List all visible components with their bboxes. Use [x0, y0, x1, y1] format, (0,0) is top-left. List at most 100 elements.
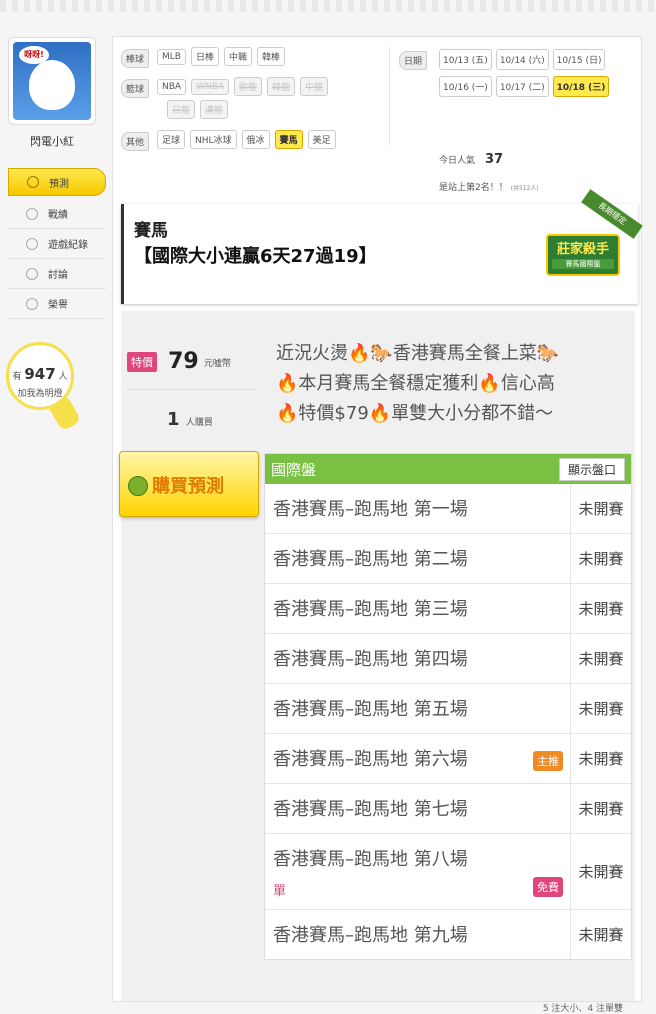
main-panel: 棒球 MLB 日棒 中職 韓棒 籃球 NBA WNBA 歐籃 韓籃 中籃 日籃 … — [112, 36, 643, 1014]
filter-chip[interactable]: NBA — [157, 78, 187, 95]
follow-label: 加我為明燈 — [17, 389, 63, 399]
filter-chip-disabled: 歐籃 — [234, 77, 263, 96]
race-status: 未開賽 — [570, 684, 631, 733]
date-chip[interactable]: 10/16 (一) — [439, 76, 492, 97]
featured-tag: 主推 — [533, 751, 563, 771]
sidebar-item-label: 戰績 — [48, 210, 68, 221]
race-name: 香港賽馬–跑馬地 第六場 — [273, 749, 468, 770]
race-status: 未開賽 — [570, 784, 631, 833]
follower-count-line: 有 947 人 — [12, 365, 68, 383]
table-row: 香港賽馬–跑馬地 第九場 未開賽 — [265, 910, 631, 959]
promo-line: 近況火燙🔥🐎香港賽馬全餐上菜🐎 — [276, 343, 560, 364]
stability-ribbon: 長期穩定 — [581, 189, 643, 239]
buy-prediction-button[interactable]: 購買預測 — [119, 451, 259, 517]
date-chip[interactable]: 10/13 (五) — [439, 49, 492, 70]
sport-filters: 棒球 MLB 日棒 中職 韓棒 籃球 NBA WNBA 歐籃 韓籃 中籃 日籃 … — [121, 47, 377, 160]
top-border — [0, 0, 656, 12]
race-name: 香港賽馬–跑馬地 第五場 — [273, 699, 468, 720]
table-row: 香港賽馬–跑馬地 第一場 未開賽 — [265, 484, 631, 534]
sidebar-item-discuss[interactable]: 討論 — [8, 259, 106, 289]
race-pick: 單 — [273, 884, 287, 899]
filter-chip-selected[interactable]: 賽馬 — [274, 130, 303, 149]
date-chip[interactable]: 10/15 (日) — [552, 49, 606, 70]
pick-summary: 5 注大小、4 注單雙 — [542, 1004, 623, 1014]
popularity-value: 37 — [485, 152, 504, 167]
prediction-headline: 【國際大小連贏6天27過19】 — [134, 246, 377, 267]
race-status: 未開賽 — [570, 534, 631, 583]
divider — [127, 389, 257, 390]
avatar-frame[interactable]: 呀呀! — [8, 37, 96, 125]
free-tag: 免費 — [533, 877, 563, 897]
prediction-content: 特價 79 元噓幣 1 人購買 近況火燙🔥🐎香港賽馬全餐上菜🐎 🔥本月賽馬全餐穩… — [119, 311, 635, 1014]
sidebar-item-label: 遊戲紀錄 — [48, 240, 88, 251]
filter-chip[interactable]: MLB — [157, 48, 186, 65]
race-name: 香港賽馬–跑馬地 第一場 — [273, 499, 468, 520]
popularity-rank: 是站上第2名！！ (共512人) — [439, 183, 539, 193]
market-table: 國際盤 顯示盤口 香港賽馬–跑馬地 第一場 未開賽 香港賽馬–跑馬地 第二場 未開賽… — [264, 453, 632, 960]
avatar-face — [29, 60, 75, 110]
filter-chip-disabled: 韓籃 — [267, 77, 296, 96]
race-status: 未開賽 — [570, 634, 631, 683]
prediction-title-card: 賽馬 【國際大小連贏6天27過19】 長期穩定 莊家殺手 賽馬國際盤 — [121, 189, 643, 304]
popularity: 今日人氣 37 — [439, 152, 504, 167]
sidebar-item-history[interactable]: 遊戲紀錄 — [8, 229, 106, 259]
filter-chip[interactable]: 美足 — [307, 130, 336, 149]
circle-icon — [26, 237, 38, 250]
race-name: 香港賽馬–跑馬地 第三場 — [273, 599, 468, 620]
sidebar-item-label: 討論 — [48, 270, 68, 281]
date-chip[interactable]: 10/14 (六) — [495, 49, 549, 70]
date-chip[interactable]: 10/17 (二) — [495, 76, 549, 97]
race-status: 未開賽 — [570, 834, 631, 909]
user-name[interactable]: 閃電小紅 — [0, 133, 104, 149]
filter-chip[interactable]: 日棒 — [190, 47, 219, 66]
sidebar-item-honor[interactable]: 榮譽 — [8, 289, 106, 319]
table-row: 香港賽馬–跑馬地 第五場 未開賽 — [265, 684, 631, 734]
filter-category: 日期 — [399, 51, 428, 70]
price-unit: 元噓幣 — [203, 359, 231, 369]
race-name: 香港賽馬–跑馬地 第八場 — [273, 849, 468, 870]
table-row: 香港賽馬–跑馬地 第四場 未開賽 — [265, 634, 631, 684]
race-name: 香港賽馬–跑馬地 第二場 — [273, 549, 468, 570]
bookie-killer-badge: 莊家殺手 賽馬國際盤 — [546, 234, 620, 276]
promo-line: 🔥本月賽馬全餐穩定獲利🔥信心高 — [276, 373, 555, 394]
target-icon — [27, 176, 39, 188]
avatar[interactable]: 呀呀! — [13, 42, 91, 120]
market-title: 國際盤 — [271, 460, 317, 479]
race-name: 香港賽馬–跑馬地 第四場 — [273, 649, 468, 670]
filter-row-basketball: 籃球 NBA WNBA 歐籃 韓籃 中籃 日籃 澳籃 — [121, 77, 377, 123]
market-header: 國際盤 顯示盤口 — [265, 454, 631, 484]
sidebar-item-predict[interactable]: 預測 — [8, 168, 106, 196]
filter-row-other: 其他 足球 NHL冰球 俄冰 賽馬 美足 — [121, 130, 377, 153]
sidebar-item-record[interactable]: 戰績 — [8, 199, 106, 229]
filter-chip-disabled: 中籃 — [300, 77, 329, 96]
show-odds-button[interactable]: 顯示盤口 — [558, 458, 625, 481]
coin-icon — [128, 476, 148, 496]
race-name: 香港賽馬–跑馬地 第九場 — [273, 925, 468, 946]
filter-chip-disabled: 澳籃 — [200, 100, 229, 119]
filter-chip[interactable]: NHL冰球 — [190, 130, 237, 149]
filter-category: 籃球 — [121, 79, 150, 98]
medal-icon — [26, 297, 38, 310]
filter-chip[interactable]: 中職 — [224, 47, 253, 66]
filter-chip[interactable]: 足球 — [157, 130, 186, 149]
promo-line: 🔥特價$79🔥單雙大小分都不錯～ — [276, 403, 554, 424]
filter-chip-disabled: 日籃 — [167, 100, 196, 119]
buy-button-label: 購買預測 — [152, 476, 224, 497]
sidebar-item-label: 榮譽 — [48, 300, 68, 311]
table-row: 香港賽馬–跑馬地 第七場 未開賽 — [265, 784, 631, 834]
table-row: 香港賽馬–跑馬地 第二場 未開賽 — [265, 534, 631, 584]
table-row: 香港賽馬–跑馬地 第六場 主推 未開賽 — [265, 734, 631, 784]
promo-text: 近況火燙🔥🐎香港賽馬全餐上菜🐎 🔥本月賽馬全餐穩定獲利🔥信心高 🔥特價$79🔥單… — [276, 339, 626, 429]
race-status: 未開賽 — [570, 584, 631, 633]
filter-category: 棒球 — [121, 49, 150, 68]
filter-chip[interactable]: 俄冰 — [241, 130, 270, 149]
sidebar-item-label: 預測 — [49, 178, 69, 190]
date-chip-selected[interactable]: 10/18 (三) — [552, 76, 610, 97]
filter-row-baseball: 棒球 MLB 日棒 中職 韓棒 — [121, 47, 377, 70]
race-name: 香港賽馬–跑馬地 第七場 — [273, 799, 468, 820]
follow-lightbulb[interactable]: 有 947 人 加我為明燈 — [6, 342, 74, 410]
race-status: 未開賽 — [570, 484, 631, 533]
sidebar-nav: 預測 戰績 遊戲紀錄 討論 榮譽 — [8, 168, 106, 319]
filter-category: 其他 — [121, 132, 150, 151]
filter-chip[interactable]: 韓棒 — [257, 47, 286, 66]
